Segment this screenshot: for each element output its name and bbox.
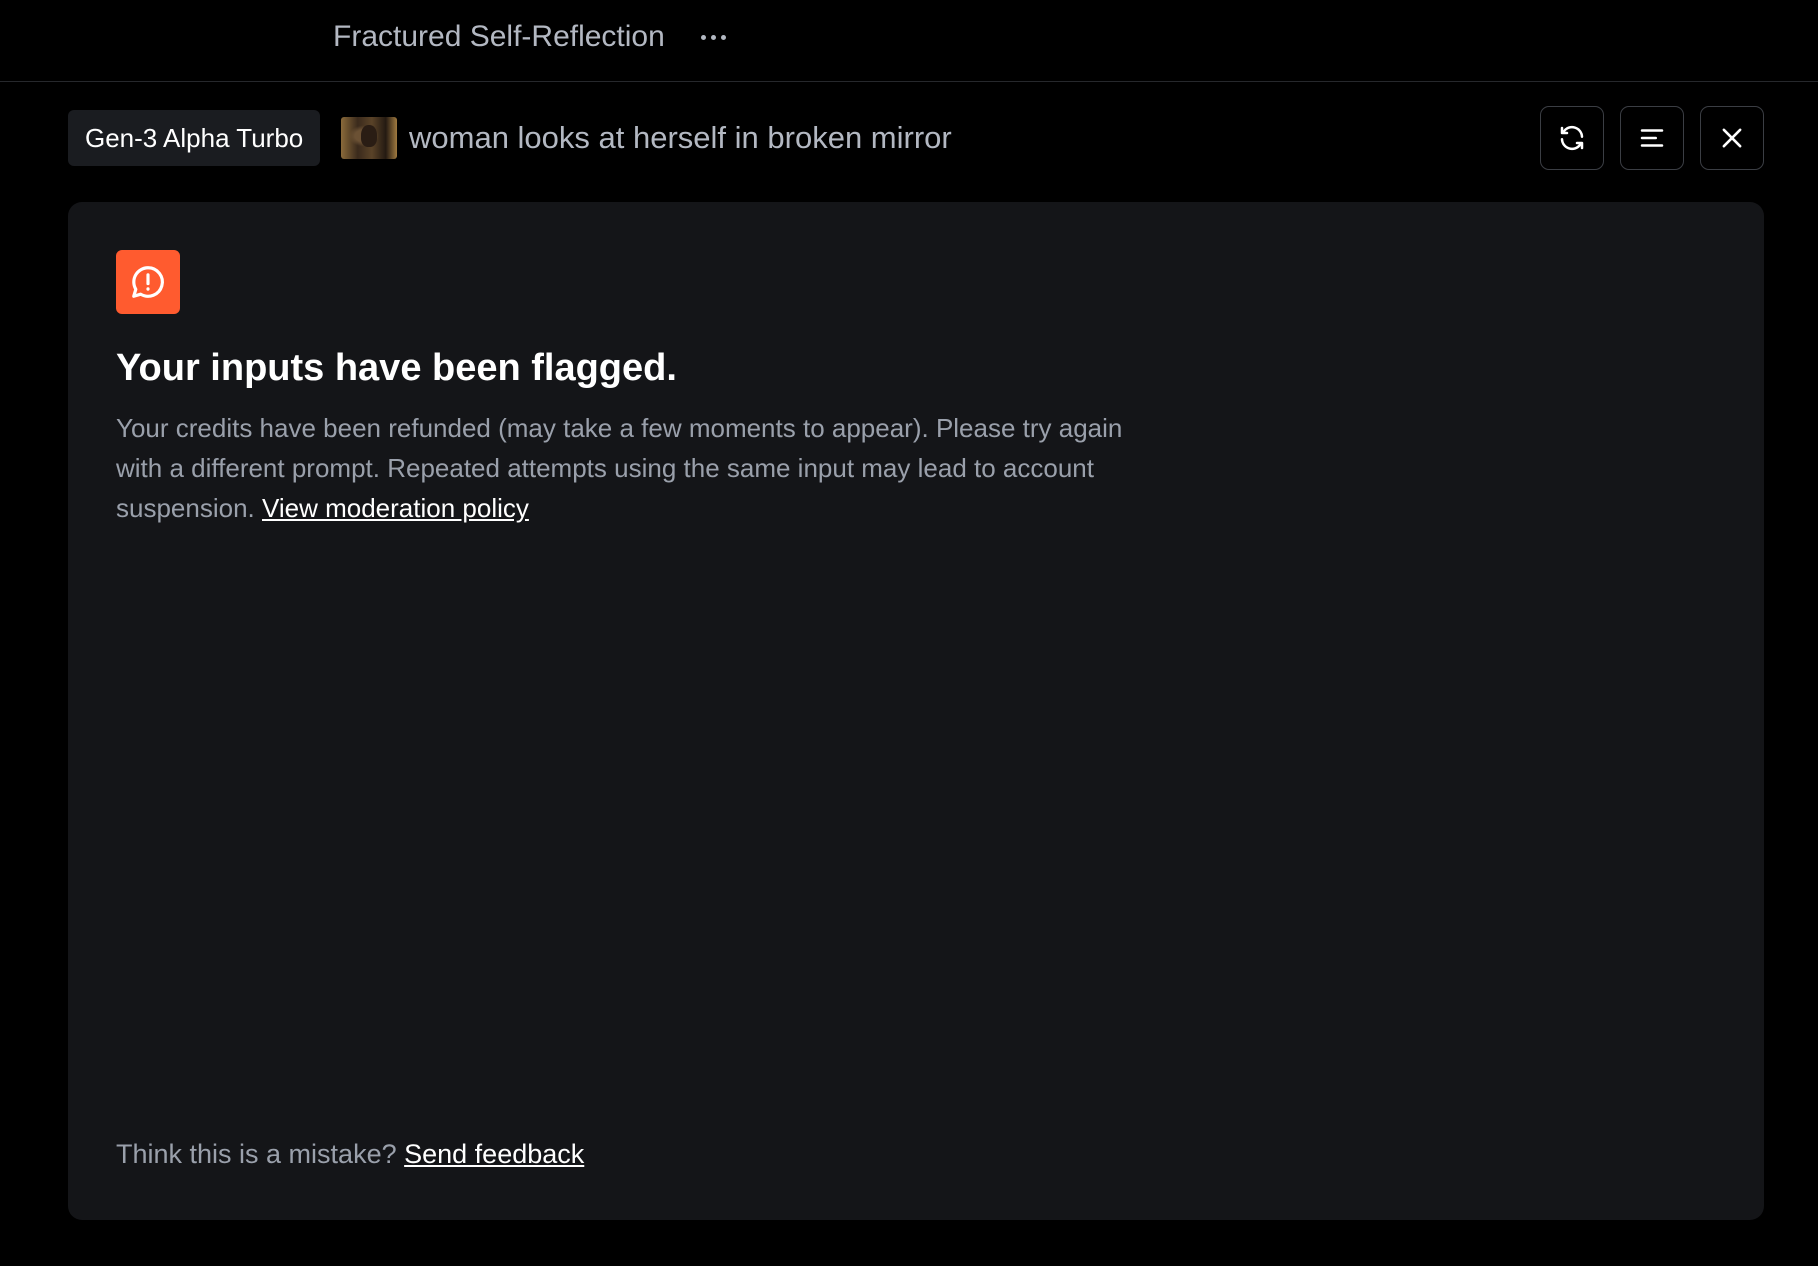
project-title[interactable]: Fractured Self-Reflection (333, 18, 665, 56)
send-feedback-link[interactable]: Send feedback (404, 1139, 584, 1169)
refresh-icon (1560, 125, 1584, 151)
refresh-button[interactable] (1540, 106, 1604, 170)
close-button[interactable] (1700, 106, 1764, 170)
feedback-row: Think this is a mistake? Send feedback (116, 1134, 584, 1174)
moderation-policy-link[interactable]: View moderation policy (262, 493, 529, 523)
generation-header: Gen-3 Alpha Turbo woman looks at herself… (68, 106, 1764, 170)
flag-title: Your inputs have been flagged. (116, 347, 677, 389)
reference-image-thumbnail[interactable] (341, 117, 397, 159)
top-bar: Fractured Self-Reflection (0, 0, 1818, 82)
more-dot (720, 34, 726, 40)
feedback-text: Think this is a mistake? (116, 1139, 397, 1169)
menu-button[interactable] (1620, 106, 1684, 170)
flag-message: Your credits have been refunded (may tak… (116, 408, 1156, 528)
more-dot (710, 34, 716, 40)
menu-lines-icon (1640, 129, 1664, 147)
alert-message-icon (116, 250, 180, 314)
model-badge[interactable]: Gen-3 Alpha Turbo (68, 110, 321, 166)
prompt-text: woman looks at herself in broken mirror (409, 120, 952, 155)
close-icon (1722, 128, 1742, 148)
more-dot (700, 34, 706, 40)
more-options-button[interactable] (695, 22, 731, 52)
moderation-panel: Your inputs have been flagged. Your cred… (68, 202, 1764, 1220)
